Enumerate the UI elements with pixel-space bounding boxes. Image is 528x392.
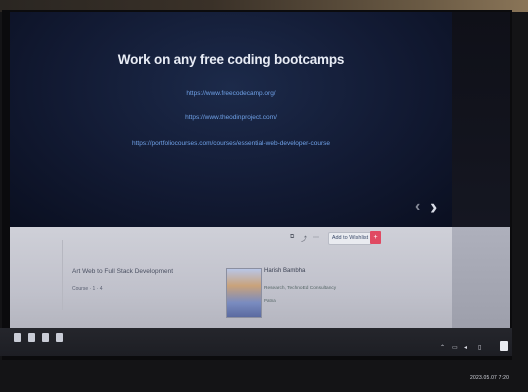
- author-avatar[interactable]: [226, 268, 262, 318]
- copy-icon[interactable]: ⧉: [290, 234, 294, 241]
- slide-viewer: Work on any free coding bootcamps https:…: [10, 12, 452, 227]
- slide-title: Work on any free coding bootcamps: [117, 52, 345, 67]
- author-name[interactable]: Harish Bambha: [264, 268, 305, 274]
- share-icon[interactable]: ⤴: [301, 234, 307, 243]
- battery-icon[interactable]: ▯: [478, 344, 481, 351]
- network-icon[interactable]: ▭: [452, 344, 458, 351]
- slide-link-odinproject[interactable]: https://www.theodinproject.com/: [10, 114, 452, 121]
- clock: 2023.05.07 7:20: [470, 375, 510, 381]
- explorer-icon[interactable]: [56, 333, 63, 342]
- start-icon[interactable]: [14, 333, 21, 342]
- notification-icon[interactable]: [500, 341, 508, 351]
- search-icon[interactable]: [28, 333, 35, 342]
- course-meta: Course · 1 · 4: [72, 286, 103, 292]
- wishlist-button[interactable]: Add to Wishlist: [328, 232, 372, 245]
- slide-link-freecodecamp[interactable]: https://www.freecodecamp.org/: [10, 90, 452, 97]
- side-panel: [452, 227, 510, 335]
- slide-link-course[interactable]: https://portfoliocourses.com/courses/ess…: [10, 140, 452, 147]
- chevron-up-icon[interactable]: ⌃: [440, 344, 445, 351]
- author-location: Patna: [264, 298, 276, 303]
- course-title[interactable]: Art Web to Full Stack Development: [72, 268, 173, 275]
- add-button[interactable]: +: [370, 231, 381, 244]
- divider: [62, 240, 63, 310]
- author-role: Research, TechnoEd Consultancy: [264, 286, 337, 291]
- task-view-icon[interactable]: [42, 333, 49, 342]
- more-icon[interactable]: ⋯: [313, 234, 319, 241]
- next-slide-icon[interactable]: ›: [430, 194, 437, 220]
- prev-slide-icon[interactable]: ‹: [415, 198, 420, 216]
- taskbar: [0, 328, 512, 356]
- volume-icon[interactable]: ◂: [464, 344, 467, 351]
